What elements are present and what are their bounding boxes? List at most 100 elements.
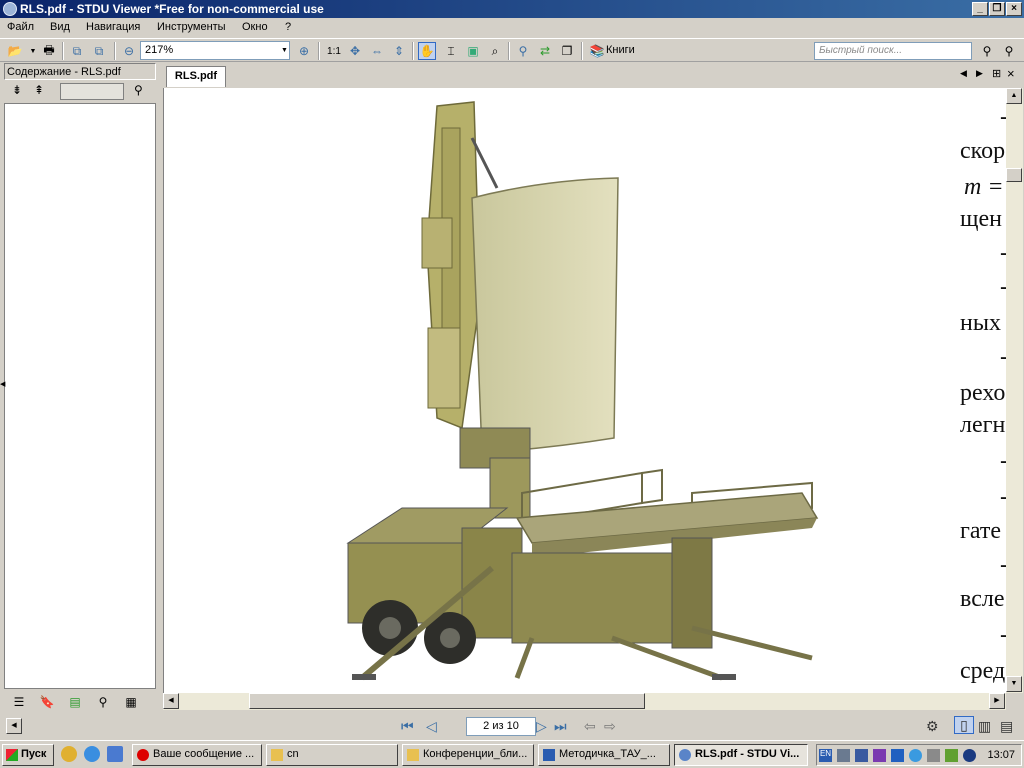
tray-app-icon[interactable] xyxy=(963,749,976,762)
task-cn-folder[interactable]: cn xyxy=(266,744,398,766)
fit-width-icon[interactable]: ⇔ xyxy=(368,42,386,60)
maximize-button[interactable]: ❐ xyxy=(989,2,1005,16)
horizontal-scroll-thumb[interactable] xyxy=(249,693,645,709)
vertical-scrollbar[interactable]: ▲ ▼ xyxy=(1006,88,1023,693)
horizontal-scrollbar[interactable]: ◀ ▶ xyxy=(163,693,1006,710)
zoom-in-icon[interactable]: ⊕ xyxy=(295,42,313,60)
hand-tool-icon[interactable]: ✋ xyxy=(418,42,436,60)
pages-icon[interactable]: ❐ xyxy=(558,42,576,60)
opera-quicklaunch-icon[interactable] xyxy=(61,746,77,762)
bookmarks-tab-icon[interactable]: 🔖 xyxy=(36,693,58,711)
two-page-view-icon[interactable]: ▥ xyxy=(978,718,991,735)
last-page-icon[interactable]: ⏭ xyxy=(554,718,567,735)
expand-all-icon[interactable]: ⇟ xyxy=(12,83,22,97)
magnifier-icon[interactable]: ⌕ xyxy=(486,42,504,60)
next-page-icon[interactable]: ▷ xyxy=(536,718,547,735)
settings-icon[interactable]: ⚙ xyxy=(926,718,939,735)
task-word-document[interactable]: Методичка_ТАУ_... xyxy=(538,744,670,766)
task-opera[interactable]: Ваше сообщение ... xyxy=(132,744,262,766)
folder-icon xyxy=(271,749,283,761)
menu-view[interactable]: Вид xyxy=(50,21,70,33)
printer-icon[interactable] xyxy=(927,749,940,762)
continuous-view-icon[interactable]: ▤ xyxy=(1000,718,1013,735)
quick-search-input[interactable]: Быстрый поиск... xyxy=(814,42,972,60)
start-button[interactable]: Пуск xyxy=(2,744,54,766)
scroll-down-icon[interactable]: ▼ xyxy=(1006,676,1022,692)
books-button[interactable]: Книги xyxy=(606,44,635,56)
select-text-icon[interactable]: ⌶ xyxy=(442,42,460,60)
menu-tools[interactable]: Инструменты xyxy=(157,21,226,33)
toolbar: 📂 ▼ 🖶 ⧉ ⧉ ⊖ 217% ▼ ⊕ 1:1 ✥ ⇔ ⇕ ✋ ⌶ ▣ ⌕ ⚲… xyxy=(0,38,1024,62)
menu-help[interactable]: ? xyxy=(285,21,291,33)
page-text-line: рехо xyxy=(960,380,1006,406)
panel-splitter-icon[interactable]: ◀ xyxy=(0,380,5,388)
contents-filter-input[interactable] xyxy=(60,83,124,100)
stdu-viewer-icon xyxy=(679,749,691,761)
page-text-line: легн xyxy=(960,412,1006,438)
opera-icon xyxy=(137,749,149,761)
search-options-icon[interactable]: ⚲ xyxy=(1000,42,1018,60)
tab-close-icon[interactable]: × xyxy=(1007,66,1015,81)
page-text-line: гате xyxy=(960,518,1002,544)
first-page-icon[interactable]: ⏮ xyxy=(401,718,414,735)
zoom-dropdown-icon[interactable]: ▼ xyxy=(280,42,289,59)
forward-icon[interactable]: ⇨ xyxy=(604,718,616,735)
language-indicator[interactable]: EN xyxy=(819,749,832,762)
copy-text-icon[interactable]: ⧉ xyxy=(90,42,108,60)
previous-page-icon[interactable]: ◁ xyxy=(426,718,437,735)
find-icon[interactable]: ⚲ xyxy=(514,42,532,60)
contents-find-icon[interactable]: ⚲ xyxy=(134,83,143,97)
tab-next-icon[interactable]: ▶ xyxy=(976,68,983,79)
panel-scroll-left-icon[interactable]: ◀ xyxy=(6,718,22,734)
taskbar: Пуск Ваше сообщение ... cn Конференции_б… xyxy=(0,740,1024,768)
books-icon[interactable]: 📚 xyxy=(588,42,606,60)
sync-icon[interactable]: ⇄ xyxy=(536,42,554,60)
task-conferences-folder[interactable]: Конференции_бли... xyxy=(402,744,534,766)
page-number-input[interactable]: 2 из 10 xyxy=(466,717,536,736)
print-icon[interactable]: 🖶 xyxy=(40,42,58,60)
tray-app-icon[interactable] xyxy=(909,749,922,762)
vertical-scroll-thumb[interactable] xyxy=(1006,168,1022,182)
page-text-line: щен xyxy=(960,206,1002,232)
task-stdu-viewer[interactable]: RLS.pdf - STDU Vi... xyxy=(674,744,808,766)
collapse-all-icon[interactable]: ⇞ xyxy=(34,83,44,97)
copy-page-icon[interactable]: ⧉ xyxy=(68,42,86,60)
tab-list-icon[interactable]: ⊞ xyxy=(992,67,1001,80)
contents-tab-icon[interactable]: ☰ xyxy=(8,693,30,711)
tray-app-icon[interactable] xyxy=(873,749,886,762)
tab-rls-pdf[interactable]: RLS.pdf xyxy=(166,66,226,87)
fit-height-icon[interactable]: ⇕ xyxy=(390,42,408,60)
menu-file[interactable]: Файл xyxy=(7,21,34,33)
network-icon[interactable] xyxy=(855,749,868,762)
thumbnails-tab-icon[interactable]: ▤ xyxy=(64,693,86,711)
notes-tab-icon[interactable]: ▦ xyxy=(120,693,142,711)
media-icon[interactable] xyxy=(891,749,904,762)
scroll-right-icon[interactable]: ▶ xyxy=(989,693,1005,709)
scroll-left-icon[interactable]: ◀ xyxy=(163,693,179,709)
fit-page-icon[interactable]: ✥ xyxy=(346,42,364,60)
document-page[interactable]: скор m = щен ных рехо легн гате всле сре… xyxy=(163,88,1006,693)
zoom-combobox[interactable]: 217% ▼ xyxy=(140,41,290,60)
select-image-icon[interactable]: ▣ xyxy=(464,42,482,60)
menu-navigation[interactable]: Навигация xyxy=(86,21,140,33)
zoom-out-icon[interactable]: ⊖ xyxy=(120,42,138,60)
menu-window[interactable]: Окно xyxy=(242,21,268,33)
search-icon[interactable]: ⚲ xyxy=(978,42,996,60)
contents-tree[interactable] xyxy=(4,103,156,689)
single-page-view-icon[interactable]: ▯ xyxy=(954,716,974,734)
contents-panel-title: Содержание - RLS.pdf xyxy=(4,63,156,80)
actual-size-button[interactable]: 1:1 xyxy=(324,42,344,60)
ie-quicklaunch-icon[interactable] xyxy=(84,746,100,762)
minimize-button[interactable]: _ xyxy=(972,2,988,16)
search-tab-icon[interactable]: ⚲ xyxy=(92,693,114,711)
page-text-line: всле xyxy=(960,586,1005,612)
desktop-quicklaunch-icon[interactable] xyxy=(107,746,123,762)
clock[interactable]: 13:07 xyxy=(987,749,1015,761)
scroll-up-icon[interactable]: ▲ xyxy=(1006,88,1022,104)
tray-app-icon[interactable] xyxy=(945,749,958,762)
tray-app-icon[interactable] xyxy=(837,749,850,762)
back-icon[interactable]: ⇦ xyxy=(584,718,596,735)
close-button[interactable]: × xyxy=(1006,2,1022,16)
open-folder-icon[interactable]: 📂 xyxy=(6,42,24,60)
tab-prev-icon[interactable]: ◀ xyxy=(960,68,967,79)
